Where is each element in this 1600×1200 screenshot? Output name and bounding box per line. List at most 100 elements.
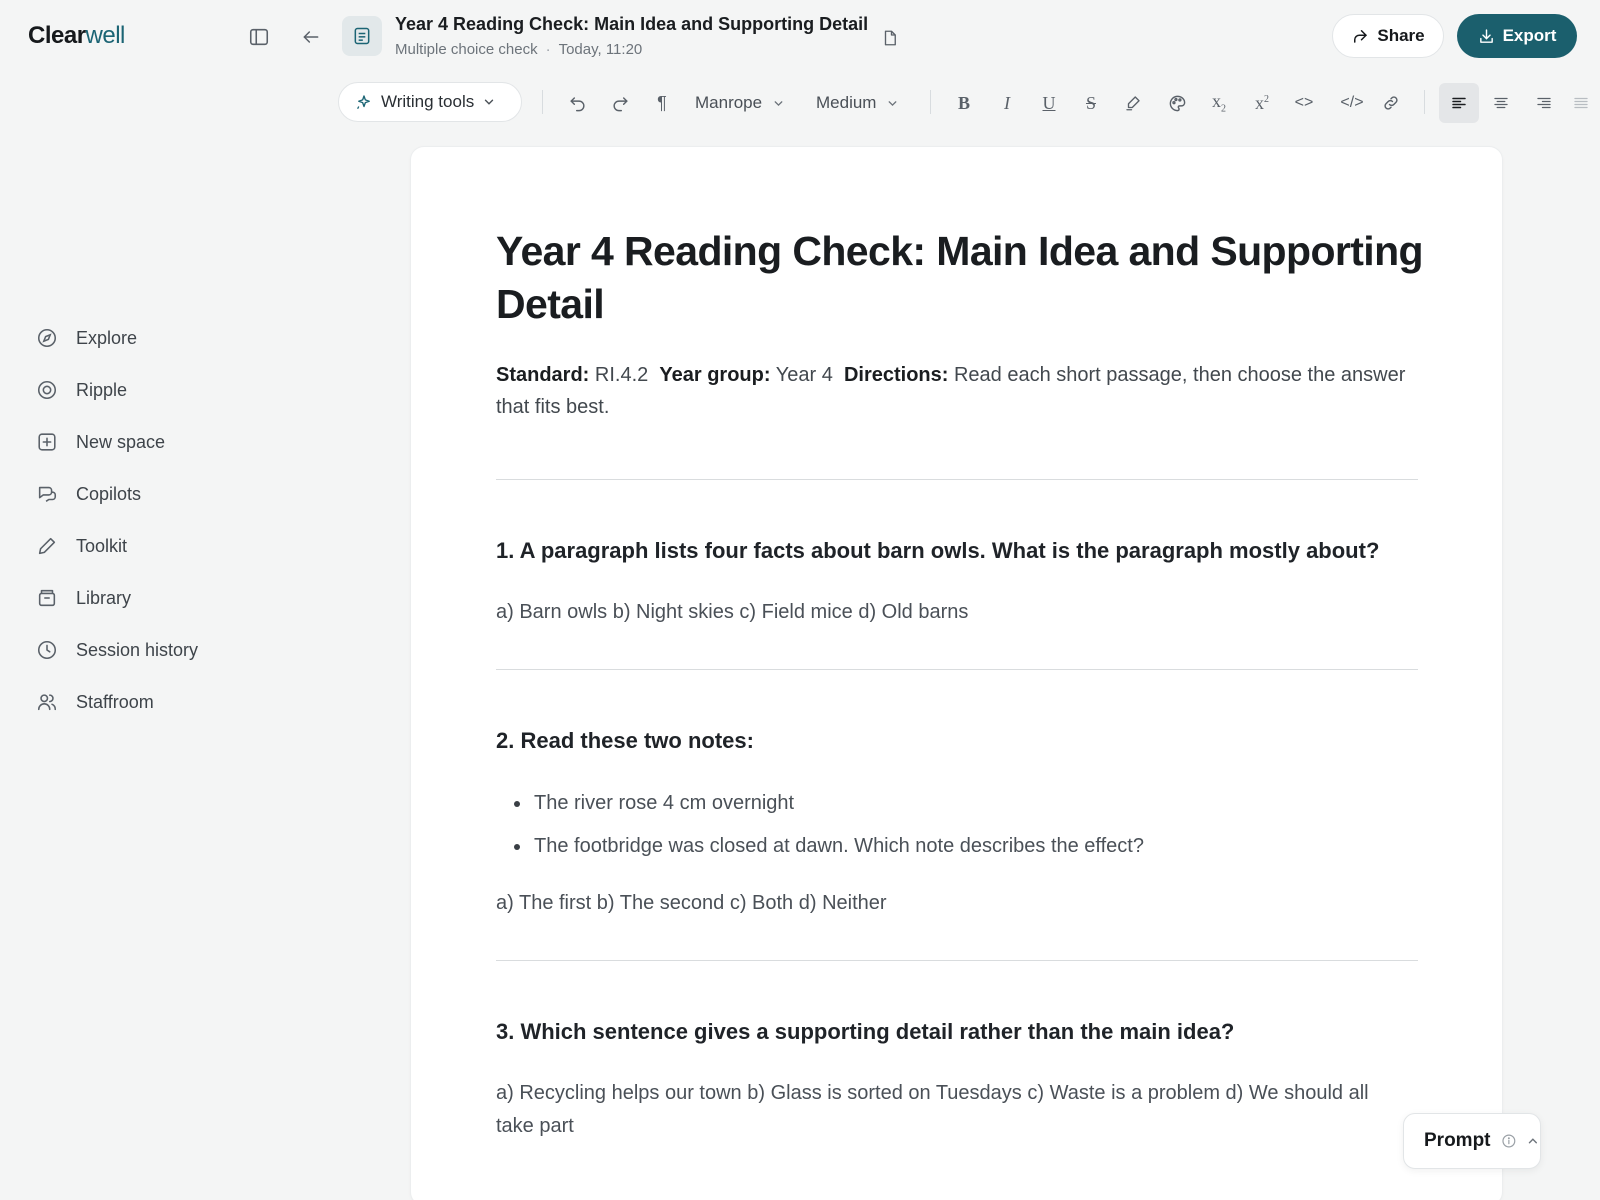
sidebar-item-toolkit[interactable]: Toolkit	[36, 520, 266, 572]
highlight-button[interactable]	[1118, 88, 1148, 118]
undo-button[interactable]	[562, 88, 592, 118]
bold-icon: B	[957, 92, 970, 113]
horizontal-rule	[496, 479, 1418, 480]
link-button[interactable]	[1376, 88, 1406, 118]
chevron-down-icon	[774, 100, 783, 106]
pencil-icon	[38, 537, 56, 555]
code-block-button[interactable]: </>	[1334, 88, 1370, 118]
document-editor[interactable]: Year 4 Reading Check: Main Idea and Supp…	[410, 146, 1503, 1200]
toggle-sidebar-button[interactable]	[244, 22, 274, 52]
document-info-button[interactable]	[876, 24, 904, 52]
document-title-header[interactable]: Year 4 Reading Check: Main Idea and Supp…	[395, 14, 868, 35]
plus-square-icon	[38, 433, 56, 451]
undo-icon	[569, 96, 584, 111]
ripple-icon	[37, 380, 57, 400]
font-family-select[interactable]: Manrope	[695, 88, 785, 118]
sidebar-item-new-space[interactable]: New space	[36, 416, 266, 468]
align-left-icon	[1452, 97, 1466, 109]
document-lines-icon	[354, 27, 370, 45]
export-button[interactable]: Export	[1457, 14, 1577, 58]
share-button[interactable]: Share	[1332, 14, 1444, 58]
document-type-label: Multiple choice check	[395, 41, 538, 58]
toolbar-divider	[1424, 90, 1425, 114]
sidebar-item-label: Explore	[76, 327, 138, 348]
sidebar-item-explore[interactable]: Explore	[36, 312, 266, 364]
palette-icon	[1169, 95, 1185, 111]
sidebar-item-copilots[interactable]: Copilots	[36, 468, 266, 520]
list-item[interactable]: The footbridge was closed at dawn. Which…	[514, 825, 1451, 868]
link-icon	[1384, 96, 1398, 110]
paragraph-button[interactable]: ¶	[647, 88, 677, 118]
app-logo[interactable]: Clearwell	[28, 22, 125, 50]
toolbar-divider	[542, 90, 543, 114]
subscript-icon: x2	[1212, 91, 1226, 115]
sparkle-icon	[357, 95, 370, 110]
sidebar-item-session-history[interactable]: Session history	[36, 624, 266, 676]
redo-button[interactable]	[605, 88, 635, 118]
answer-options[interactable]: a) The first b) The second c) Both d) Ne…	[496, 887, 1451, 920]
question-heading[interactable]: 1. A paragraph lists four facts about ba…	[496, 538, 1451, 564]
users-icon	[37, 694, 57, 711]
sidebar-item-library[interactable]: Library	[36, 572, 266, 624]
align-left-button[interactable]	[1439, 83, 1479, 123]
document-content[interactable]: Year 4 Reading Check: Main Idea and Supp…	[496, 225, 1451, 1143]
align-right-button[interactable]	[1529, 88, 1559, 118]
back-button[interactable]	[296, 22, 326, 52]
underline-button[interactable]: U	[1034, 88, 1064, 118]
clock-icon	[37, 640, 57, 660]
document-intro[interactable]: Standard: RI.4.2 Year group: Year 4 Dire…	[496, 359, 1416, 423]
align-justify-icon	[1574, 97, 1588, 109]
toolbar-divider	[930, 90, 931, 114]
superscript-button[interactable]: x2	[1247, 88, 1277, 118]
share-icon	[1354, 30, 1368, 43]
sidebar-item-ripple[interactable]: Ripple	[36, 364, 266, 416]
italic-button[interactable]: I	[992, 88, 1022, 118]
sidebar-item-label: Session history	[76, 639, 199, 660]
standard-value: RI.4.2	[594, 364, 649, 386]
subscript-button[interactable]: x2	[1204, 88, 1234, 118]
bold-button[interactable]: B	[949, 88, 979, 118]
bullet-dot	[514, 800, 520, 807]
chevron-down-icon	[889, 100, 897, 106]
sidebar-item-label: New space	[76, 431, 166, 452]
sidebar-nav: Explore Ripple New space Copilots Toolki…	[36, 312, 266, 728]
underline-icon: U	[1042, 92, 1056, 113]
writing-tools-label: Writing tools	[381, 92, 475, 111]
answer-options[interactable]: a) Recycling helps our town b) Glass is …	[496, 1077, 1401, 1143]
document-meta: Multiple choice check · Today, 11:20	[395, 41, 643, 58]
answer-options[interactable]: a) Barn owls b) Night skies c) Field mic…	[496, 596, 1451, 629]
superscript-icon: x2	[1255, 92, 1269, 113]
align-justify-button[interactable]	[1572, 88, 1596, 118]
list-item-text: The footbridge was closed at dawn. Which…	[534, 835, 1144, 857]
italic-icon: I	[1004, 92, 1010, 113]
font-weight-select[interactable]: Medium	[816, 88, 899, 118]
color-button[interactable]	[1162, 88, 1192, 118]
redo-icon	[613, 96, 628, 111]
writing-tools-dropdown[interactable]: Writing tools	[338, 82, 522, 122]
strikethrough-icon: S	[1085, 92, 1096, 113]
bullet-list: The river rose 4 cm overnight The footbr…	[496, 782, 1451, 868]
bullet-dot	[514, 843, 520, 850]
list-item[interactable]: The river rose 4 cm overnight	[514, 782, 1451, 825]
prompt-panel-toggle[interactable]: Prompt	[1403, 1113, 1541, 1169]
download-icon	[1479, 28, 1493, 43]
file-icon	[884, 30, 896, 46]
horizontal-rule	[496, 960, 1418, 961]
chat-bubbles-icon	[38, 486, 57, 502]
pilcrow-icon: ¶	[657, 92, 667, 113]
inline-code-button[interactable]: <>	[1289, 88, 1319, 118]
highlighter-icon	[1126, 96, 1140, 111]
question-heading[interactable]: 2. Read these two notes:	[496, 728, 1451, 754]
document-type-badge	[342, 16, 382, 56]
strikethrough-button[interactable]: S	[1076, 88, 1106, 118]
arrow-left-icon	[303, 31, 319, 43]
align-center-button[interactable]	[1486, 88, 1516, 118]
question-heading[interactable]: 3. Which sentence gives a supporting det…	[496, 1019, 1451, 1045]
info-icon[interactable]	[1501, 1133, 1517, 1149]
logo-accent-text: well	[85, 22, 126, 49]
logo-main-text: Clear	[28, 22, 86, 49]
document-heading[interactable]: Year 4 Reading Check: Main Idea and Supp…	[496, 225, 1451, 331]
archive-icon	[38, 589, 56, 607]
sidebar-item-staffroom[interactable]: Staffroom	[36, 676, 266, 728]
chevron-up-icon[interactable]	[1526, 1134, 1540, 1148]
